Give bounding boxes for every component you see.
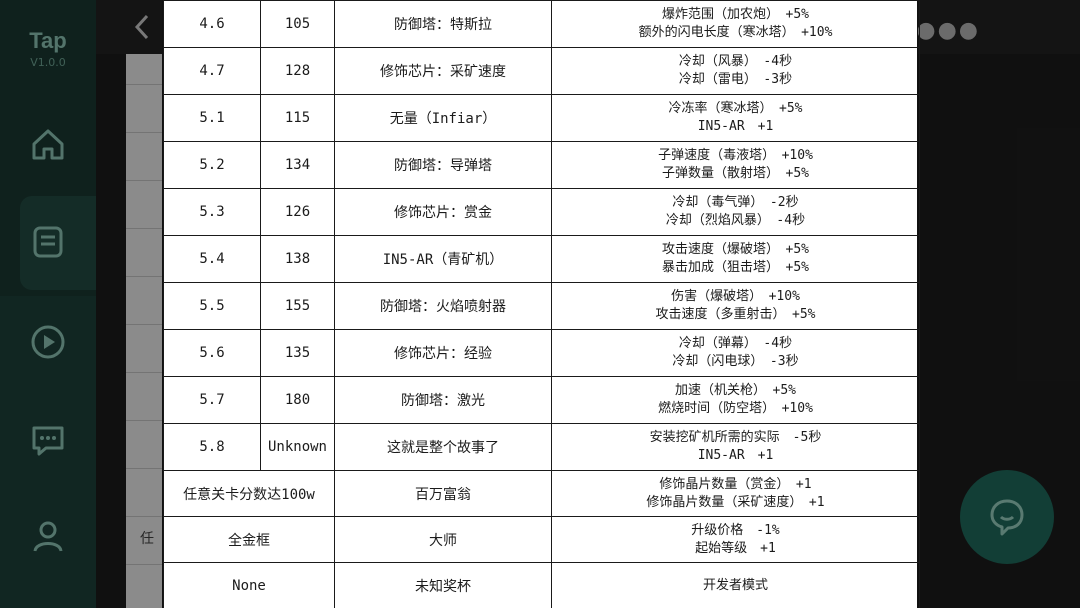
version-cell: 5.5 (163, 282, 261, 330)
name-cell: 未知奖杯 (334, 562, 552, 608)
name-cell: 百万富翁 (334, 470, 552, 517)
effect-line: IN5-AR +1 (697, 448, 774, 463)
effect-line: 子弹速度（毒液塔） +10% (658, 148, 813, 163)
effect-line: 加速（机关枪） +5% (675, 383, 796, 398)
version-cell: 5.4 (163, 235, 261, 283)
table-row: 5.8 Unknown 这就是整个故事了 安装挖矿机所需的实际 -5秒 IN5-AR +… (163, 423, 920, 471)
effect-line: 额外的闪电长度（寒冰塔） +10% (638, 25, 833, 40)
table-row: 5.3 126 修饰芯片：赏金 冷却（毒气弹） -2秒 冷却（烈焰风暴） -4秒 (163, 188, 920, 236)
effect-line: 攻击速度（多重射击） +5% (655, 307, 816, 322)
name-cell: 防御塔：特斯拉 (334, 0, 552, 48)
achievement-table-image: 4.6 105 防御塔：特斯拉 爆炸范围（加农炮） +5% 额外的闪电长度（寒冰塔） +… (162, 0, 920, 608)
name-cell: 修饰芯片：赏金 (334, 188, 552, 236)
effects-cell: 加速（机关枪） +5% 燃烧时间（防空塔） +10% (551, 376, 920, 424)
effect-line: 开发者模式 (702, 577, 768, 593)
effects-cell: 升级价格 -1% 起始等级 +1 (551, 516, 920, 563)
effect-line: 冷却（雷电） -3秒 (678, 72, 793, 87)
table-row: 全金框 大师 升级价格 -1% 起始等级 +1 (163, 516, 920, 563)
name-cell: 防御塔：导弹塔 (334, 141, 552, 189)
name-cell: 这就是整个故事了 (334, 423, 552, 471)
effect-line: 子弹数量（散射塔） +5% (662, 166, 809, 181)
effect-line: 修饰晶片数量（赏金） +1 (659, 476, 812, 492)
effects-cell: 冷冻率（寒冰塔） +5% IN5-AR +1 (551, 94, 920, 142)
effect-line: 冷冻率（寒冰塔） +5% (668, 101, 803, 116)
effects-cell: 冷却（毒气弹） -2秒 冷却（烈焰风暴） -4秒 (551, 188, 920, 236)
version-cell: 5.6 (163, 329, 261, 377)
effect-line: 起始等级 +1 (695, 540, 776, 556)
version-cell: 5.1 (163, 94, 261, 142)
table-row: 5.2 134 防御塔：导弹塔 子弹速度（毒液塔） +10% 子弹数量（散射塔） +5% (163, 141, 920, 189)
effect-line: IN5-AR +1 (697, 119, 774, 134)
table-row: 任意关卡分数达100w 百万富翁 修饰晶片数量（赏金） +1 修饰晶片数量（采矿速度）… (163, 470, 920, 517)
effect-line: 升级价格 -1% (691, 522, 780, 538)
effect-line: 冷却（毒气弹） -2秒 (672, 195, 799, 210)
table-row: 4.7 128 修饰芯片：采矿速度 冷却（风暴） -4秒 冷却（雷电） -3秒 (163, 47, 920, 95)
number-cell: 135 (260, 329, 335, 377)
effects-cell: 冷却（风暴） -4秒 冷却（雷电） -3秒 (551, 47, 920, 95)
effect-line: 燃烧时间（防空塔） +10% (658, 401, 813, 416)
version-cell: 5.8 (163, 423, 261, 471)
effect-line: 攻击速度（爆破塔） +5% (662, 242, 809, 257)
version-cell: 4.6 (163, 0, 261, 48)
effects-cell: 修饰晶片数量（赏金） +1 修饰晶片数量（采矿速度） +1 (551, 470, 920, 517)
version-cell: 5.2 (163, 141, 261, 189)
name-cell: 修饰芯片：采矿速度 (334, 47, 552, 95)
version-cell: 4.7 (163, 47, 261, 95)
effect-line: 暴击加成（狙击塔） +5% (662, 260, 809, 275)
number-cell: Unknown (260, 423, 335, 471)
number-cell: 126 (260, 188, 335, 236)
effect-line: 冷却（闪电球） -3秒 (672, 354, 799, 369)
effect-line: 修饰晶片数量（采矿速度） +1 (646, 494, 825, 510)
number-cell: 138 (260, 235, 335, 283)
version-cell: 5.7 (163, 376, 261, 424)
condition-cell: None (163, 562, 335, 608)
condition-cell: 全金框 (163, 516, 335, 563)
effect-line: 爆炸范围（加农炮） +5% (662, 7, 809, 22)
name-cell: 无量（Infiar） (334, 94, 552, 142)
name-cell: IN5-AR（青矿机） (334, 235, 552, 283)
effect-line: 伤害（爆破塔） +10% (671, 289, 800, 304)
table-row: 4.6 105 防御塔：特斯拉 爆炸范围（加农炮） +5% 额外的闪电长度（寒冰塔） +… (163, 0, 920, 48)
table-row: 5.7 180 防御塔：激光 加速（机关枪） +5% 燃烧时间（防空塔） +10% (163, 376, 920, 424)
table-row: 5.6 135 修饰芯片：经验 冷却（弹幕） -4秒 冷却（闪电球） -3秒 (163, 329, 920, 377)
version-cell: 5.3 (163, 188, 261, 236)
achievement-table: 4.6 105 防御塔：特斯拉 爆炸范围（加农炮） +5% 额外的闪电长度（寒冰塔） +… (163, 0, 920, 608)
effects-cell: 开发者模式 (551, 562, 920, 608)
effect-line: 安装挖矿机所需的实际 -5秒 (649, 430, 822, 445)
effect-line: 冷却（弹幕） -4秒 (678, 336, 793, 351)
name-cell: 防御塔：火焰喷射器 (334, 282, 552, 330)
name-cell: 修饰芯片：经验 (334, 329, 552, 377)
number-cell: 115 (260, 94, 335, 142)
effects-cell: 冷却（弹幕） -4秒 冷却（闪电球） -3秒 (551, 329, 920, 377)
effect-line: 冷却（烈焰风暴） -4秒 (665, 213, 806, 228)
number-cell: 180 (260, 376, 335, 424)
number-cell: 128 (260, 47, 335, 95)
effects-cell: 攻击速度（爆破塔） +5% 暴击加成（狙击塔） +5% (551, 235, 920, 283)
effects-cell: 安装挖矿机所需的实际 -5秒 IN5-AR +1 (551, 423, 920, 471)
name-cell: 防御塔：激光 (334, 376, 552, 424)
number-cell: 134 (260, 141, 335, 189)
effects-cell: 子弹速度（毒液塔） +10% 子弹数量（散射塔） +5% (551, 141, 920, 189)
effect-line: 冷却（风暴） -4秒 (678, 54, 793, 69)
number-cell: 155 (260, 282, 335, 330)
effects-cell: 爆炸范围（加农炮） +5% 额外的闪电长度（寒冰塔） +10% (551, 0, 920, 48)
table-row: 5.5 155 防御塔：火焰喷射器 伤害（爆破塔） +10% 攻击速度（多重射击） +5… (163, 282, 920, 330)
table-row: 5.4 138 IN5-AR（青矿机） 攻击速度（爆破塔） +5% 暴击加成（狙击塔） … (163, 235, 920, 283)
name-cell: 大师 (334, 516, 552, 563)
effects-cell: 伤害（爆破塔） +10% 攻击速度（多重射击） +5% (551, 282, 920, 330)
table-row: None 未知奖杯 开发者模式 (163, 562, 920, 608)
table-row: 5.1 115 无量（Infiar） 冷冻率（寒冰塔） +5% IN5-AR +1 (163, 94, 920, 142)
condition-cell: 任意关卡分数达100w (163, 470, 335, 517)
number-cell: 105 (260, 0, 335, 48)
